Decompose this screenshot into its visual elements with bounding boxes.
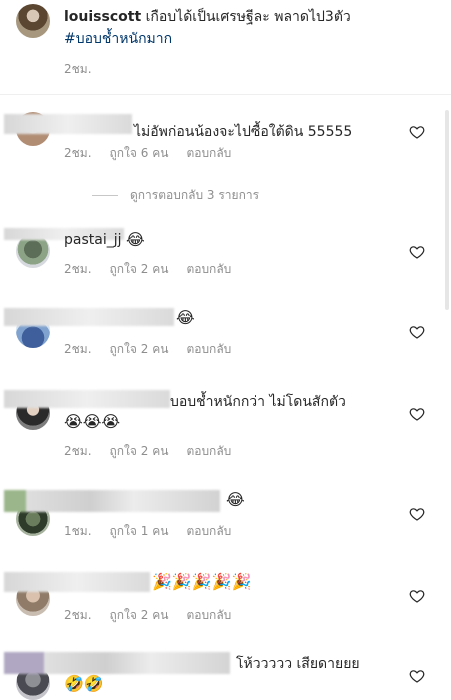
emoji: 😭😭😭 <box>64 412 121 431</box>
comment-emoji-line: 😭😭😭 <box>64 412 120 432</box>
comment-time: 2ชม. <box>64 608 92 622</box>
avatar[interactable] <box>16 4 50 38</box>
comment-time: 2ชม. <box>64 146 92 160</box>
comment-meta: 2ชม. ถูกใจ 2 คน ตอบกลับ <box>64 340 231 359</box>
emoji: 😂 <box>226 490 245 509</box>
comment-item: pastai_jj 😂 2ชม. ถูกใจ 2 คน ตอบกลับ <box>0 228 451 310</box>
comment-time: 2ชม. <box>64 262 92 276</box>
caption: เกือบได้เป็นเศรษฐีละ พลาดไป3ตัว <box>141 9 351 25</box>
comment-meta: 2ชม. ถูกใจ 2 คน ตอบกลับ <box>64 260 231 279</box>
comment-item: 😂 1ชม. ถูกใจ 1 คน ตอบกลับ <box>0 486 451 566</box>
comment-item: 🎉🎉🎉🎉🎉 2ชม. ถูกใจ 2 คน ตอบกลับ <box>0 568 451 648</box>
comment-time: 1ชม. <box>64 524 92 538</box>
comment-item: บอบช้ำหนักกว่า ไม่โดนสักตัว 😭😭😭 2ชม. ถูก… <box>0 390 451 470</box>
reply-button[interactable]: ตอบกลับ <box>186 340 231 359</box>
view-replies-toggle[interactable]: ดูการตอบกลับ 3 รายการ <box>92 186 259 205</box>
reply-button[interactable]: ตอบกลับ <box>186 260 231 279</box>
comment-meta: 2ชม. ถูกใจ 6 คน ตอบกลับ <box>64 144 231 163</box>
heart-outline-icon[interactable] <box>409 244 425 260</box>
comment-time: 2ชม. <box>64 444 92 458</box>
comment-item: 😂 2ชม. ถูกใจ 2 คน ตอบกลับ <box>0 308 451 388</box>
like-count[interactable]: ถูกใจ 6 คน <box>110 144 169 163</box>
comment-time: 2ชม. <box>64 342 92 356</box>
comment-text: โห้ววววว เสียดายยย <box>236 656 360 672</box>
comment-text: 😂 <box>176 308 195 328</box>
emoji: 🤣🤣 <box>64 674 104 693</box>
post-time: 2ชม. <box>64 62 92 76</box>
reply-button[interactable]: ตอบกลับ <box>186 606 231 625</box>
emoji: 😂 <box>176 308 195 327</box>
post-caption: louisscott เกือบได้เป็นเศรษฐีละ พลาดไป3ต… <box>0 0 451 95</box>
comment-meta: 2ชม. ถูกใจ 2 คน ตอบกลับ <box>64 442 231 461</box>
comment-text: 🎉🎉🎉🎉🎉 <box>152 572 252 592</box>
heart-outline-icon[interactable] <box>409 588 425 604</box>
comment-text: pastai_jj 😂 <box>64 230 145 250</box>
reply-divider <box>92 195 118 196</box>
like-count[interactable]: ถูกใจ 2 คน <box>110 340 169 359</box>
caption-text: louisscott เกือบได้เป็นเศรษฐีละ พลาดไป3ต… <box>64 6 434 50</box>
heart-outline-icon[interactable] <box>409 406 425 422</box>
comment-item: โห้ววววว เสียดายยย 🤣🤣 <box>0 648 451 700</box>
like-count[interactable]: ถูกใจ 2 คน <box>110 606 169 625</box>
heart-outline-icon[interactable] <box>409 506 425 522</box>
heart-outline-icon[interactable] <box>409 668 425 684</box>
comment-meta: 1ชม. ถูกใจ 1 คน ตอบกลับ <box>64 522 231 541</box>
like-count[interactable]: ถูกใจ 2 คน <box>110 260 169 279</box>
comment-meta: 2ชม. ถูกใจ 2 คน ตอบกลับ <box>64 606 231 625</box>
reply-button[interactable]: ตอบกลับ <box>186 442 231 461</box>
hashtag-link[interactable]: #บอบช้ำหนักมาก <box>64 31 172 47</box>
like-count[interactable]: ถูกใจ 1 คน <box>110 522 169 541</box>
heart-outline-icon[interactable] <box>409 324 425 340</box>
like-count[interactable]: ถูกใจ 2 คน <box>110 442 169 461</box>
view-replies-label[interactable]: ดูการตอบกลับ 3 รายการ <box>130 186 259 205</box>
heart-outline-icon[interactable] <box>409 124 425 140</box>
comment-text: 😂 <box>226 490 245 510</box>
username[interactable]: louisscott <box>64 9 141 25</box>
comment-text: ไม่อัพก่อนน้องจะไปซื้อใต้ดิน 55555 <box>134 124 353 140</box>
comment-emoji-line: 🤣🤣 <box>64 674 104 694</box>
emoji: 🎉🎉🎉🎉🎉 <box>152 572 252 591</box>
comment-text: บอบช้ำหนักกว่า ไม่โดนสักตัว <box>170 394 346 410</box>
reply-button[interactable]: ตอบกลับ <box>186 144 231 163</box>
reply-button[interactable]: ตอบกลับ <box>186 522 231 541</box>
comment-username[interactable]: pastai_jj <box>64 232 122 248</box>
comment-item: ไม่อัพก่อนน้องจะไปซื้อใต้ดิน 55555 2ชม. … <box>0 110 451 190</box>
scrollbar[interactable] <box>445 110 449 310</box>
emoji: 😂 <box>125 230 145 249</box>
